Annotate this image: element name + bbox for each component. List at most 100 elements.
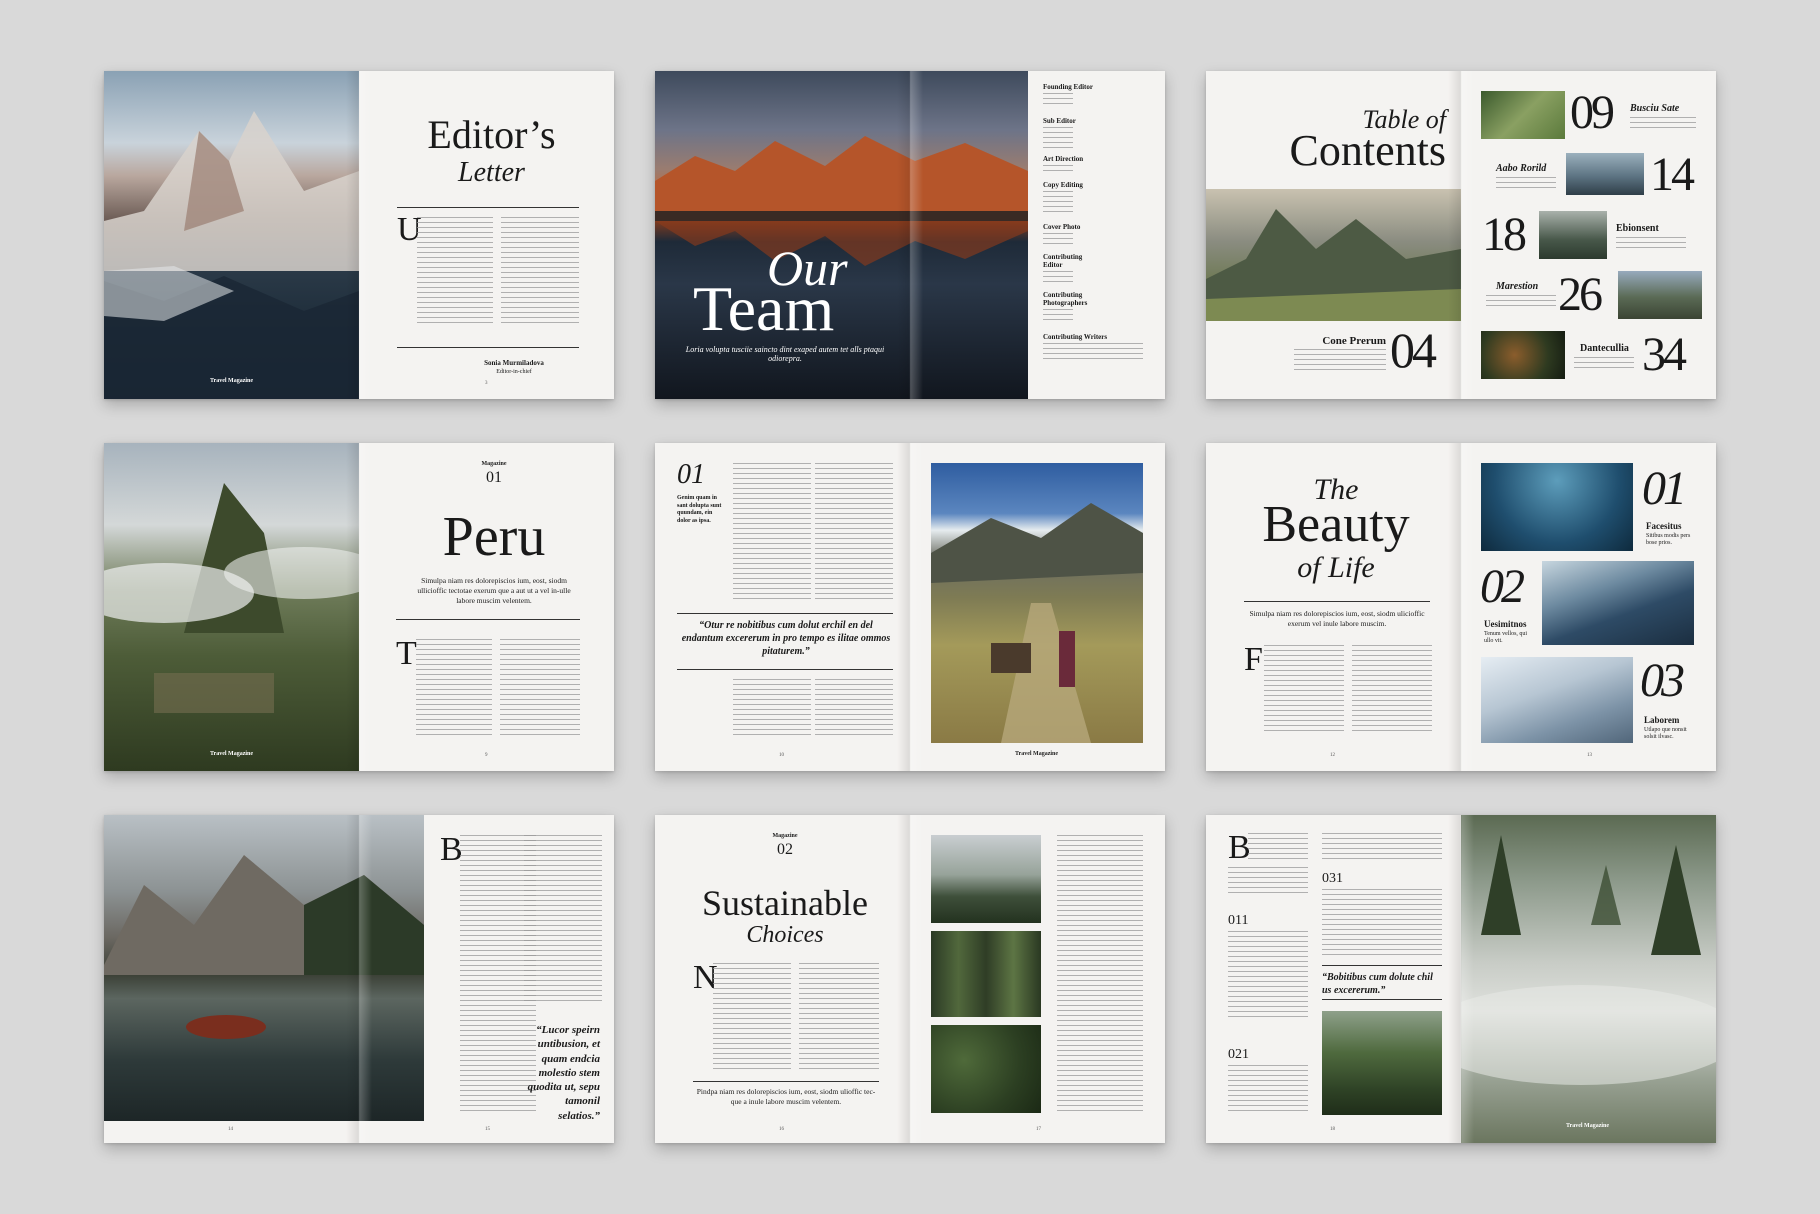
forest-section-num: 031 xyxy=(1322,871,1343,886)
hike-body-col1 xyxy=(733,463,811,603)
photo-toc-mountain xyxy=(1206,189,1461,321)
toc-entry-desc xyxy=(1574,357,1634,369)
beauty-item-name: Facesitus xyxy=(1646,521,1682,531)
spread-table-of-contents: Table of Contents Cone Prerum 04 09 Busc… xyxy=(1206,71,1716,399)
toc-entry-name[interactable]: Ebionsent xyxy=(1616,223,1659,234)
sustainable-rule xyxy=(693,1081,879,1082)
photo-toc-thumb-2 xyxy=(1566,153,1644,195)
peru-body-col1 xyxy=(416,639,492,739)
beauty-rule xyxy=(1244,601,1430,602)
toc-entry-num[interactable]: 18 xyxy=(1482,211,1527,259)
sustainable-body-col3 xyxy=(1057,835,1143,1115)
spread-beauty-of-life: The Beauty of Life Simulpa niam res dolo… xyxy=(1206,443,1716,771)
toc-entry-name[interactable]: Aabo Rorild xyxy=(1496,163,1546,174)
forest-body-col1 xyxy=(1248,833,1308,863)
toc-entry-desc xyxy=(1294,349,1386,373)
toc-entry-name[interactable]: Dantecullia xyxy=(1580,343,1629,354)
toc-entry-desc xyxy=(1616,237,1686,249)
editors-body-col2 xyxy=(501,217,579,327)
toc-entry-num[interactable]: 14 xyxy=(1650,151,1695,199)
photo-snow-hiker xyxy=(1481,657,1633,743)
photo-hikers-llama xyxy=(931,463,1143,743)
peru-body-col2 xyxy=(500,639,580,739)
credit-item: Art Direction xyxy=(1043,155,1153,181)
editors-rule-bottom xyxy=(397,347,579,348)
hike-quote-rule-bottom xyxy=(677,669,893,670)
lake-pull-quote: “Lucor speirn untibusion, et quam endcia… xyxy=(527,1024,600,1122)
toc-entry-desc xyxy=(1486,295,1556,309)
forest-quote-rule-bottom xyxy=(1322,999,1442,1000)
beauty-body-col2 xyxy=(1352,645,1432,731)
photo-misty-forest xyxy=(1461,815,1716,1143)
editors-page-number: 3 xyxy=(485,381,488,386)
lake-page-right: 15 xyxy=(485,1127,490,1132)
hike-footer: Travel Magazine xyxy=(1015,751,1059,757)
photo-forest-2 xyxy=(931,931,1041,1017)
photo-toc-thumb-3 xyxy=(1539,211,1607,259)
credit-item: Contributing Photographers xyxy=(1043,291,1153,333)
beauty-item-num: 01 xyxy=(1642,462,1687,515)
beauty-page-left: 12 xyxy=(1330,753,1335,758)
sustainable-lede: Pindpa niam res dolorepiscios ium, eost,… xyxy=(696,1087,876,1107)
credit-item: Cover Photo xyxy=(1043,223,1153,253)
hike-page-number: 10 xyxy=(779,753,784,758)
spread-forest: B 011 021 031 “Bobitibus cum dolute chil… xyxy=(1206,815,1716,1143)
photo-toc-thumb-5 xyxy=(1481,331,1565,379)
hike-side-note: Genim quam in sant dolupta sunt quundam,… xyxy=(677,495,722,524)
photo-snowy-mountains xyxy=(104,71,359,399)
toc-entry-name[interactable]: Marestion xyxy=(1496,281,1538,292)
credit-item: Founding Editor xyxy=(1043,83,1153,117)
toc-entry-num[interactable]: 09 xyxy=(1570,89,1615,137)
editors-signature-role: Editor-in-chief xyxy=(496,369,532,375)
toc-entry-name[interactable]: Cone Prerum xyxy=(1286,335,1386,347)
sustainable-number: 02 xyxy=(777,841,793,858)
spread-hike-article: 01 Genim quam in sant dolupta sunt quund… xyxy=(655,443,1165,771)
toc-entry-desc xyxy=(1496,177,1556,189)
lake-page-left: 14 xyxy=(228,1127,233,1132)
mountain-shape xyxy=(104,111,359,399)
credit-item: Contributing Editor xyxy=(1043,253,1153,291)
editors-subtitle: Letter xyxy=(458,157,525,188)
editors-body-col1 xyxy=(417,217,493,327)
sustainable-title: Sustainable xyxy=(702,883,868,923)
hike-pull-quote: “Otur re nobitibus cum dolut erchil en d… xyxy=(681,620,891,657)
toc-entry-num[interactable]: 26 xyxy=(1558,271,1603,319)
beauty-item-desc: Tenum vellos, qui ullo vit. xyxy=(1484,631,1528,645)
editors-title: Editor’s xyxy=(427,112,556,157)
toc-entry-desc xyxy=(1630,117,1696,129)
sustainable-body-col1 xyxy=(713,963,791,1073)
toc-entry-num[interactable]: 34 xyxy=(1642,331,1687,379)
photo-forest-3 xyxy=(931,1025,1041,1113)
forest-section-num: 021 xyxy=(1228,1047,1249,1062)
photo-lake-boat xyxy=(104,815,424,1121)
photo-machu-picchu xyxy=(104,443,359,771)
forest-body-col1c xyxy=(1228,931,1308,1021)
sustainable-body-col2 xyxy=(799,963,879,1073)
toc-title-bottom: Contents xyxy=(1289,126,1446,175)
beauty-item-name: Uesimitnos xyxy=(1484,619,1527,629)
photo-coastline xyxy=(1542,561,1694,645)
peru-rule xyxy=(396,619,580,620)
lake-body-col2 xyxy=(524,835,602,1005)
beauty-item-num: 02 xyxy=(1480,560,1525,613)
team-credits: Founding Editor Sub Editor Art Direction… xyxy=(1043,83,1153,373)
toc-mountain-shape xyxy=(1206,209,1461,321)
credit-item: Contributing Writers xyxy=(1043,333,1153,373)
forest-section-num: 011 xyxy=(1228,913,1249,928)
forest-page-left: 18 xyxy=(1330,1127,1335,1132)
beauty-title-bottom: of Life xyxy=(1297,551,1375,584)
toc-entry-name[interactable]: Busciu Sate xyxy=(1630,103,1679,114)
peak-shape xyxy=(104,483,359,713)
spread-peru: Magazine 01 Peru Simulpa niam res dolore… xyxy=(104,443,614,771)
peru-page-number: 9 xyxy=(485,753,488,758)
hike-quote-rule-top xyxy=(677,613,893,614)
forest-pull-quote: “Bobitibus cum dolute chil us excererum.… xyxy=(1322,972,1433,996)
editors-footer: Travel Magazine xyxy=(210,378,254,384)
editors-rule-top xyxy=(397,207,579,208)
toc-entry-num[interactable]: 04 xyxy=(1390,325,1437,375)
sustainable-kicker: Magazine xyxy=(772,833,798,839)
peru-title: Peru xyxy=(442,506,546,568)
trail-shape xyxy=(931,503,1143,743)
forest-quote-rule-top xyxy=(1322,965,1442,966)
spread-editors-letter: Editor’s Letter U Sonia Murmiladova Edit… xyxy=(104,71,614,399)
